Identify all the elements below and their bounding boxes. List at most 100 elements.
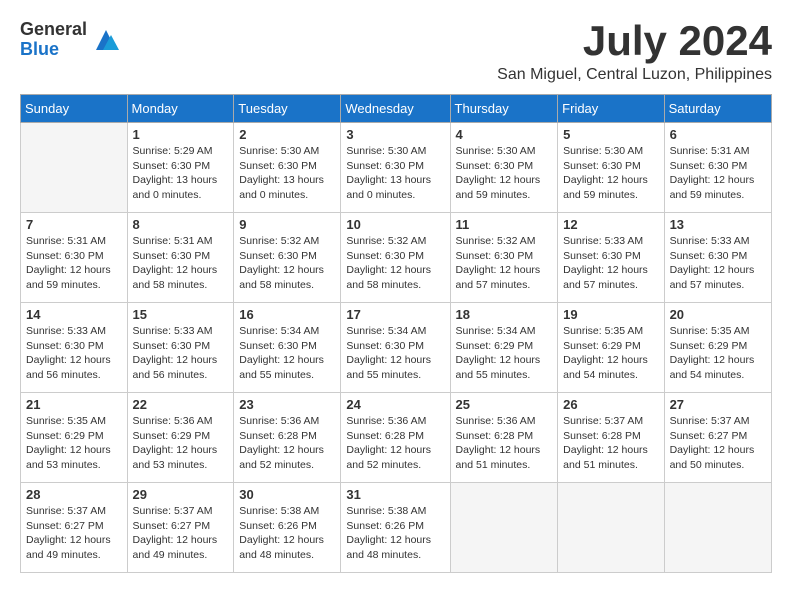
day-number: 1 — [133, 127, 229, 142]
day-info: Sunrise: 5:31 AM Sunset: 6:30 PM Dayligh… — [670, 144, 766, 203]
calendar-cell: 4 Sunrise: 5:30 AM Sunset: 6:30 PM Daylig… — [450, 123, 558, 213]
day-info: Sunrise: 5:35 AM Sunset: 6:29 PM Dayligh… — [563, 324, 658, 383]
calendar-cell: 12 Sunrise: 5:33 AM Sunset: 6:30 PM Dayli… — [558, 213, 664, 303]
calendar-cell: 22 Sunrise: 5:36 AM Sunset: 6:29 PM Dayli… — [127, 393, 234, 483]
day-number: 23 — [239, 397, 335, 412]
day-number: 11 — [456, 217, 553, 232]
calendar-week-2: 7 Sunrise: 5:31 AM Sunset: 6:30 PM Daylig… — [21, 213, 772, 303]
day-info: Sunrise: 5:36 AM Sunset: 6:28 PM Dayligh… — [456, 414, 553, 473]
month-title: July 2024 — [497, 20, 772, 62]
day-info: Sunrise: 5:32 AM Sunset: 6:30 PM Dayligh… — [346, 234, 444, 293]
day-info: Sunrise: 5:33 AM Sunset: 6:30 PM Dayligh… — [133, 324, 229, 383]
day-info: Sunrise: 5:30 AM Sunset: 6:30 PM Dayligh… — [563, 144, 658, 203]
calendar-cell: 25 Sunrise: 5:36 AM Sunset: 6:28 PM Dayli… — [450, 393, 558, 483]
calendar-cell: 24Sunrise: 5:36 AM Sunset: 6:28 PM Dayli… — [341, 393, 450, 483]
calendar-cell: 19 Sunrise: 5:35 AM Sunset: 6:29 PM Dayli… — [558, 303, 664, 393]
day-info: Sunrise: 5:32 AM Sunset: 6:30 PM Dayligh… — [456, 234, 553, 293]
calendar-week-3: 14 Sunrise: 5:33 AM Sunset: 6:30 PM Dayli… — [21, 303, 772, 393]
day-info: Sunrise: 5:38 AM Sunset: 6:26 PM Dayligh… — [346, 504, 444, 563]
day-number: 26 — [563, 397, 658, 412]
day-number: 7 — [26, 217, 122, 232]
day-number: 19 — [563, 307, 658, 322]
day-info: Sunrise: 5:31 AM Sunset: 6:30 PM Dayligh… — [26, 234, 122, 293]
day-number: 30 — [239, 487, 335, 502]
day-info: Sunrise: 5:37 AM Sunset: 6:27 PM Dayligh… — [670, 414, 766, 473]
day-info: Sunrise: 5:34 AM Sunset: 6:30 PM Dayligh… — [239, 324, 335, 383]
day-number: 24 — [346, 397, 444, 412]
day-info: Sunrise: 5:31 AM Sunset: 6:30 PM Dayligh… — [133, 234, 229, 293]
day-number: 2 — [239, 127, 335, 142]
day-number: 12 — [563, 217, 658, 232]
day-info: Sunrise: 5:35 AM Sunset: 6:29 PM Dayligh… — [670, 324, 766, 383]
day-number: 8 — [133, 217, 229, 232]
day-info: Sunrise: 5:38 AM Sunset: 6:26 PM Dayligh… — [239, 504, 335, 563]
day-info: Sunrise: 5:35 AM Sunset: 6:29 PM Dayligh… — [26, 414, 122, 473]
day-info: Sunrise: 5:33 AM Sunset: 6:30 PM Dayligh… — [26, 324, 122, 383]
calendar-cell: 10Sunrise: 5:32 AM Sunset: 6:30 PM Dayli… — [341, 213, 450, 303]
calendar-cell: 30 Sunrise: 5:38 AM Sunset: 6:26 PM Dayli… — [234, 483, 341, 573]
calendar-header-friday: Friday — [558, 95, 664, 123]
day-number: 15 — [133, 307, 229, 322]
logo-blue-text: Blue — [20, 40, 87, 60]
calendar-cell: 14 Sunrise: 5:33 AM Sunset: 6:30 PM Dayli… — [21, 303, 128, 393]
calendar-cell — [664, 483, 771, 573]
calendar-cell: 1 Sunrise: 5:29 AM Sunset: 6:30 PM Daylig… — [127, 123, 234, 213]
calendar-cell: 20 Sunrise: 5:35 AM Sunset: 6:29 PM Dayli… — [664, 303, 771, 393]
calendar-cell: 6 Sunrise: 5:31 AM Sunset: 6:30 PM Daylig… — [664, 123, 771, 213]
calendar-cell: 16 Sunrise: 5:34 AM Sunset: 6:30 PM Dayli… — [234, 303, 341, 393]
calendar-week-4: 21 Sunrise: 5:35 AM Sunset: 6:29 PM Dayli… — [21, 393, 772, 483]
calendar-cell: 18 Sunrise: 5:34 AM Sunset: 6:29 PM Dayli… — [450, 303, 558, 393]
day-number: 6 — [670, 127, 766, 142]
day-info: Sunrise: 5:37 AM Sunset: 6:28 PM Dayligh… — [563, 414, 658, 473]
calendar-table: SundayMondayTuesdayWednesdayThursdayFrid… — [20, 94, 772, 573]
day-number: 5 — [563, 127, 658, 142]
logo-icon — [91, 25, 121, 55]
calendar-header-thursday: Thursday — [450, 95, 558, 123]
day-info: Sunrise: 5:36 AM Sunset: 6:29 PM Dayligh… — [133, 414, 229, 473]
day-number: 29 — [133, 487, 229, 502]
day-info: Sunrise: 5:36 AM Sunset: 6:28 PM Dayligh… — [239, 414, 335, 473]
day-number: 31 — [346, 487, 444, 502]
calendar-cell: 13Sunrise: 5:33 AM Sunset: 6:30 PM Dayli… — [664, 213, 771, 303]
header: General Blue July 2024 San Miguel, Centr… — [20, 20, 772, 84]
calendar-header-saturday: Saturday — [664, 95, 771, 123]
calendar-cell: 29 Sunrise: 5:37 AM Sunset: 6:27 PM Dayli… — [127, 483, 234, 573]
calendar-cell: 15 Sunrise: 5:33 AM Sunset: 6:30 PM Dayli… — [127, 303, 234, 393]
day-number: 9 — [239, 217, 335, 232]
calendar-cell — [21, 123, 128, 213]
calendar-cell: 2Sunrise: 5:30 AM Sunset: 6:30 PM Daylig… — [234, 123, 341, 213]
day-number: 25 — [456, 397, 553, 412]
calendar-cell: 5 Sunrise: 5:30 AM Sunset: 6:30 PM Daylig… — [558, 123, 664, 213]
day-info: Sunrise: 5:37 AM Sunset: 6:27 PM Dayligh… — [133, 504, 229, 563]
day-number: 4 — [456, 127, 553, 142]
day-number: 17 — [346, 307, 444, 322]
day-number: 16 — [239, 307, 335, 322]
title-section: July 2024 San Miguel, Central Luzon, Phi… — [497, 20, 772, 84]
day-number: 18 — [456, 307, 553, 322]
day-info: Sunrise: 5:30 AM Sunset: 6:30 PM Dayligh… — [346, 144, 444, 203]
logo-general-text: General — [20, 20, 87, 40]
day-number: 22 — [133, 397, 229, 412]
calendar-week-1: 1 Sunrise: 5:29 AM Sunset: 6:30 PM Daylig… — [21, 123, 772, 213]
day-info: Sunrise: 5:33 AM Sunset: 6:30 PM Dayligh… — [563, 234, 658, 293]
calendar-cell: 21 Sunrise: 5:35 AM Sunset: 6:29 PM Dayli… — [21, 393, 128, 483]
day-number: 20 — [670, 307, 766, 322]
calendar-cell: 31 Sunrise: 5:38 AM Sunset: 6:26 PM Dayli… — [341, 483, 450, 573]
day-number: 27 — [670, 397, 766, 412]
day-number: 28 — [26, 487, 122, 502]
day-info: Sunrise: 5:29 AM Sunset: 6:30 PM Dayligh… — [133, 144, 229, 203]
day-number: 14 — [26, 307, 122, 322]
calendar-cell: 8 Sunrise: 5:31 AM Sunset: 6:30 PM Daylig… — [127, 213, 234, 303]
calendar-cell: 17Sunrise: 5:34 AM Sunset: 6:30 PM Dayli… — [341, 303, 450, 393]
calendar-cell: 23 Sunrise: 5:36 AM Sunset: 6:28 PM Dayli… — [234, 393, 341, 483]
day-info: Sunrise: 5:34 AM Sunset: 6:29 PM Dayligh… — [456, 324, 553, 383]
calendar-cell — [450, 483, 558, 573]
calendar-header-sunday: Sunday — [21, 95, 128, 123]
day-info: Sunrise: 5:30 AM Sunset: 6:30 PM Dayligh… — [456, 144, 553, 203]
calendar-cell: 28 Sunrise: 5:37 AM Sunset: 6:27 PM Dayli… — [21, 483, 128, 573]
day-info: Sunrise: 5:33 AM Sunset: 6:30 PM Dayligh… — [670, 234, 766, 293]
day-info: Sunrise: 5:37 AM Sunset: 6:27 PM Dayligh… — [26, 504, 122, 563]
day-number: 21 — [26, 397, 122, 412]
logo: General Blue — [20, 20, 121, 60]
day-number: 3 — [346, 127, 444, 142]
